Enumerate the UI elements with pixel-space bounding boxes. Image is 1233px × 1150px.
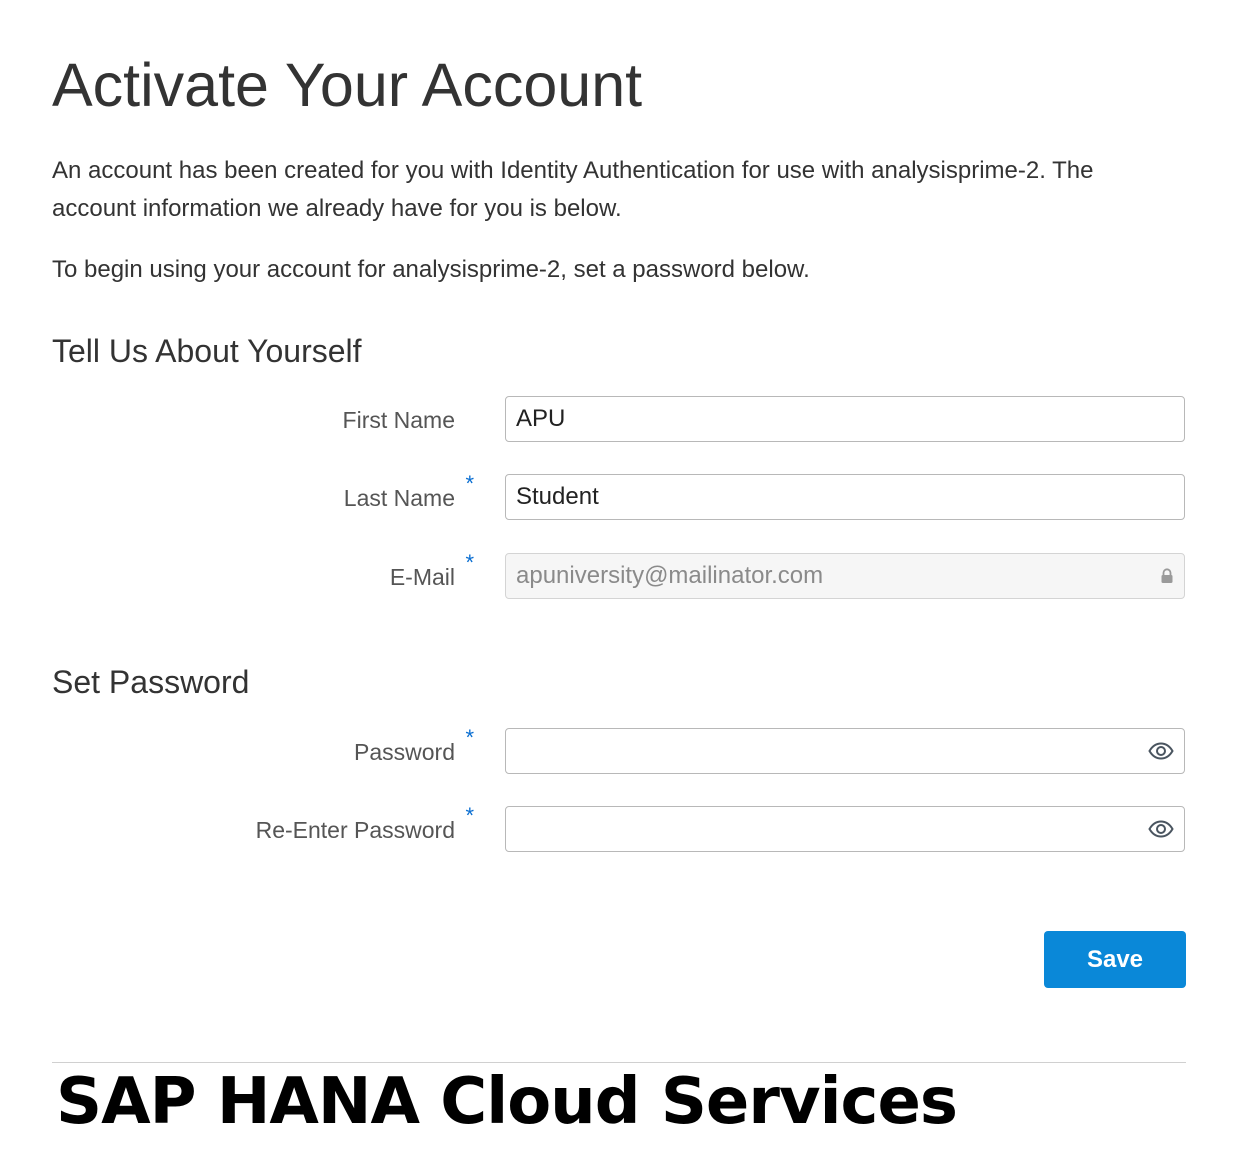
required-marker: * [465, 725, 474, 750]
last-name-row: Last Name * [52, 471, 1186, 522]
required-marker: * [465, 803, 474, 828]
about-section-heading: Tell Us About Yourself [52, 333, 362, 369]
eye-icon[interactable] [1148, 742, 1174, 760]
email-input [506, 554, 1184, 598]
last-name-input[interactable] [506, 475, 1184, 519]
email-field-box [505, 553, 1185, 599]
password-section-heading: Set Password [52, 664, 250, 700]
required-marker: * [465, 471, 474, 496]
first-name-input[interactable] [506, 397, 1184, 441]
intro-text: An account has been created for you with… [52, 157, 1094, 222]
password-label: Password [354, 739, 455, 765]
first-name-label: First Name [342, 407, 455, 433]
email-row: E-Mail * [52, 550, 1186, 601]
password-field-box [505, 728, 1185, 774]
reenter-password-label: Re-Enter Password [255, 817, 455, 843]
last-name-label: Last Name [343, 485, 455, 511]
save-button[interactable]: Save [1044, 931, 1186, 988]
footer-divider [52, 1062, 1186, 1063]
instruction-text: To begin using your account for analysis… [52, 256, 810, 283]
page-title: Activate Your Account [52, 51, 643, 119]
reenter-password-input[interactable] [506, 807, 1184, 851]
reenter-password-row: Re-Enter Password * [52, 803, 1186, 854]
first-name-field-box [505, 396, 1185, 442]
password-input[interactable] [506, 729, 1184, 773]
lock-icon [1160, 568, 1174, 584]
eye-icon[interactable] [1148, 820, 1174, 838]
reenter-password-field-box [505, 806, 1185, 852]
password-row: Password * [52, 725, 1186, 776]
email-label: E-Mail [389, 564, 455, 590]
first-name-row: First Name [52, 396, 1186, 444]
footer-brand: SAP HANA Cloud Services [56, 1065, 958, 1139]
last-name-field-box [505, 474, 1185, 520]
required-marker: * [465, 550, 474, 575]
